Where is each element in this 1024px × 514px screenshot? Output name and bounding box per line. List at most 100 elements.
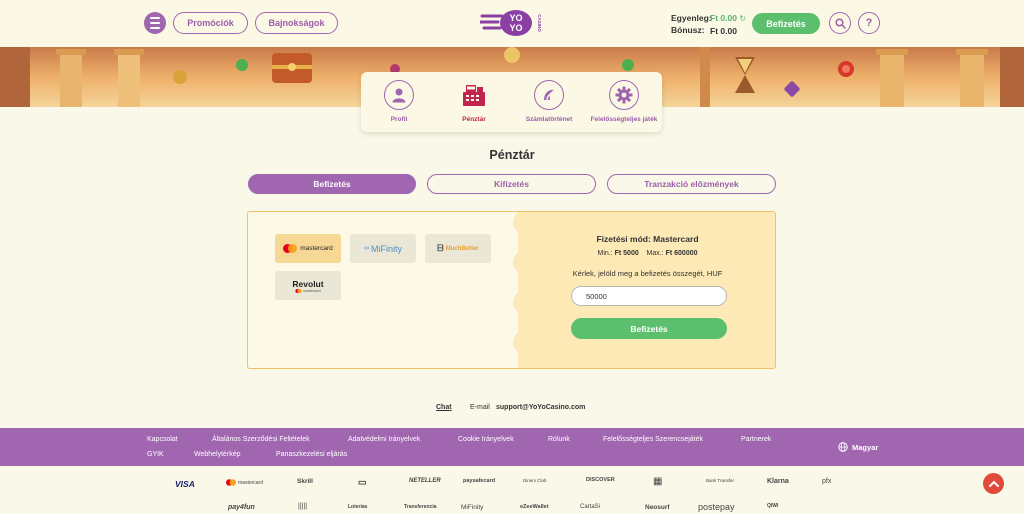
header: Promóciók Bajnokságok YO YO CASINO Egyen… — [0, 0, 1024, 47]
tab-deposit[interactable]: Befizetés — [248, 174, 416, 194]
mastercard-icon — [283, 244, 298, 253]
method-revolut[interactable]: Revolut mastercard — [275, 271, 341, 300]
method-mifinity[interactable]: ∞ MiFinity — [350, 234, 416, 263]
yoyo-casino-logo[interactable]: YO YO CASINO — [478, 8, 546, 38]
diners-logo: Diners Club — [523, 478, 547, 483]
email-label: E-mail — [470, 404, 490, 411]
payment-panel: mastercard ∞ MiFinity ᗷ MuchBetter Revol… — [247, 211, 776, 369]
refresh-icon[interactable]: ↻ — [739, 14, 746, 23]
footer-link[interactable]: Felelősségteljes Szerencsejáték — [603, 436, 703, 443]
payment-form: Fizetési mód: Mastercard Min.: Ft 5000 M… — [513, 212, 775, 368]
cash-register-icon — [459, 80, 489, 110]
klarna-logo: Klarna — [767, 478, 789, 485]
svg-text:CASINO: CASINO — [537, 14, 542, 32]
promotions-button[interactable]: Promóciók — [173, 12, 248, 34]
paysafecard-logo: paysafecard — [463, 478, 496, 484]
pfx-logo: pfx — [822, 478, 832, 485]
bonus-value: Ft 0.00 — [710, 26, 737, 36]
bank-transfer-logo: Bank Transfer — [706, 478, 735, 483]
footer-link[interactable]: Általános Szerződési Feltételek — [212, 436, 310, 443]
visa-logo: VISA — [175, 479, 195, 489]
footer-link[interactable]: Kapcsolat — [147, 436, 178, 443]
gear-icon — [609, 80, 639, 110]
pay4fun-logo: pay4fun — [228, 504, 255, 511]
nav-label: Számlatörténet — [525, 116, 573, 123]
amount-input[interactable] — [571, 286, 727, 306]
min-value: Ft 5000 — [614, 250, 639, 257]
footer-link[interactable]: Adatvédelmi Irányelvek — [348, 436, 420, 443]
skrill-logo: Skrill — [297, 478, 313, 485]
transferencia-logo: Transferencia — [404, 504, 437, 510]
footer-link[interactable]: Panaszkezelési eljárás — [276, 451, 347, 458]
nav-profile[interactable]: Profil — [364, 80, 434, 123]
account-nav: Profil Pénztár Számlatörténet Felelősség… — [361, 72, 662, 132]
payment-limits: Min.: Ft 5000 Max.: Ft 600000 — [518, 250, 775, 257]
bank-logo: ▦ — [653, 476, 663, 487]
payment-method-title: Fizetési mód: Mastercard — [596, 234, 699, 244]
method-label: MiFinity — [371, 243, 402, 254]
hamburger-menu-icon[interactable] — [144, 12, 166, 34]
mifinity-icon: ∞ — [364, 245, 369, 252]
mifinity-logo: MiFinity — [461, 504, 484, 511]
chevron-up-icon — [988, 480, 999, 487]
header-deposit-button[interactable]: Befizetés — [752, 13, 820, 34]
method-muchbetter[interactable]: ᗷ MuchBetter — [425, 234, 491, 263]
nav-cashier[interactable]: Pénztár — [439, 80, 509, 123]
method-label: mastercard — [300, 245, 333, 252]
footer-links: Kapcsolat Általános Szerződési Feltétele… — [0, 428, 1024, 466]
neteller-logo: NETELLER — [409, 478, 441, 484]
tab-transaction-history[interactable]: Tranzakció előzmények — [607, 174, 776, 194]
method-label: MuchBetter — [445, 245, 479, 252]
discover-logo: DISCOVER — [586, 477, 615, 483]
max-label: Max.: — [646, 250, 664, 257]
footer-link[interactable]: Rólunk — [548, 436, 570, 443]
ezeewallet-logo: eZeeWallet — [520, 504, 549, 510]
revolut-sub: mastercard — [295, 288, 321, 293]
min-label: Min.: — [597, 250, 613, 257]
balance-labels: Egyenleg: Bónusz: — [671, 12, 712, 36]
mastercard-logo: mastercard — [226, 479, 263, 486]
search-icon[interactable] — [829, 12, 851, 34]
bonus-label: Bónusz: — [671, 25, 705, 35]
method-mastercard[interactable]: mastercard — [275, 234, 341, 263]
footer-link[interactable]: Cookie Irányelvek — [458, 436, 514, 443]
muchbetter-icon: ᗷ — [437, 243, 444, 253]
max-value: Ft 600000 — [665, 250, 698, 257]
svg-text:YO: YO — [509, 13, 522, 23]
method-label: Revolut — [292, 278, 324, 289]
balance-label: Egyenleg: — [671, 13, 712, 23]
postepay-logo: postepay — [698, 502, 735, 512]
loterias-logo: Loterias — [348, 504, 368, 510]
language-label: Magyar — [852, 442, 879, 452]
nav-label: Pénztár — [462, 116, 486, 123]
scroll-to-top-button[interactable] — [983, 473, 1004, 494]
revolut-sub-label: mastercard — [303, 288, 321, 293]
qiwi-logo: QIWI — [767, 503, 779, 509]
globe-icon — [838, 442, 848, 452]
neosurf-logo: Neosurf — [645, 504, 670, 511]
page-title: Pénztár — [489, 148, 535, 162]
amount-prompt: Kérlek, jelöld meg a befizetés összegét,… — [572, 269, 723, 278]
card-logo: ▭ — [358, 477, 367, 487]
nav-responsible-gaming[interactable]: Felelősségteljes játék — [589, 80, 659, 123]
footer-link[interactable]: GYIK — [147, 451, 164, 458]
barcode-logo: ||||| — [298, 503, 308, 510]
nav-history[interactable]: Számlatörténet — [514, 80, 584, 123]
tab-withdraw[interactable]: Kifizetés — [427, 174, 596, 194]
nav-label: Profil — [390, 116, 408, 123]
footer-link[interactable]: Webhelytérkép — [194, 451, 241, 458]
support-email-link[interactable]: support@YoYoCasino.com — [496, 404, 585, 411]
history-icon — [534, 80, 564, 110]
mastercard-icon — [295, 288, 302, 293]
deposit-submit-button[interactable]: Befizetés — [571, 318, 727, 339]
balance-values: Ft 0.00 ↻ Ft 0.00 — [710, 12, 746, 37]
balance-value: Ft 0.00 — [710, 13, 737, 23]
svg-text:YO: YO — [509, 23, 522, 33]
chat-link[interactable]: Chat — [436, 404, 452, 411]
language-selector[interactable]: Magyar — [838, 442, 878, 452]
help-icon[interactable]: ? — [858, 12, 880, 34]
tournaments-button[interactable]: Bajnokságok — [255, 12, 338, 34]
payment-logos: VISA mastercard Skrill ▭ NETELLER paysaf… — [0, 466, 1024, 514]
footer-link[interactable]: Partnerek — [741, 436, 771, 443]
nav-label: Felelősségteljes játék — [590, 116, 658, 123]
